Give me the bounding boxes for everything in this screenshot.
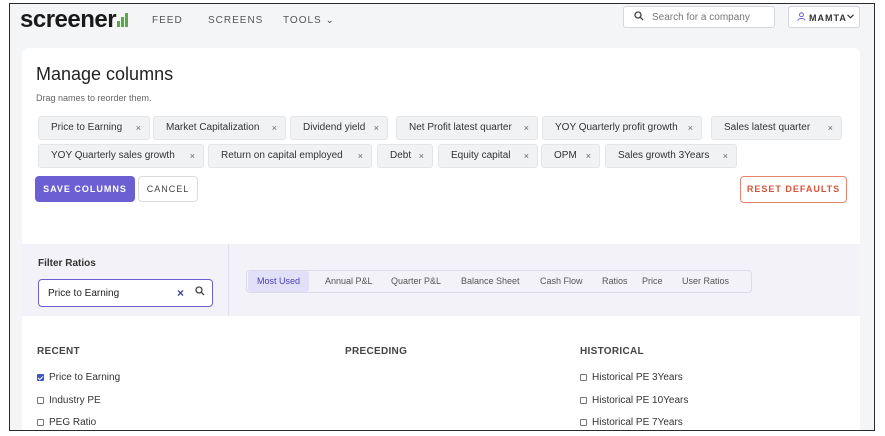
ratio-columns: RECENT PRECEDING HISTORICAL Price to Ear… — [22, 316, 860, 430]
clear-icon[interactable]: × — [177, 286, 184, 300]
chip-label: YOY Quarterly profit growth — [555, 122, 678, 133]
tab-cash-flow[interactable]: Cash Flow — [531, 271, 592, 292]
tab-user-ratios[interactable]: User Ratios — [673, 271, 738, 292]
logo-bars-icon — [117, 13, 129, 27]
logo-text: screener — [20, 6, 117, 33]
nav-screens[interactable]: SCREENS — [208, 15, 263, 26]
close-icon[interactable]: × — [358, 145, 363, 167]
ratio-label: Historical PE 7Years — [592, 417, 683, 428]
close-icon[interactable]: × — [586, 145, 591, 167]
column-chip[interactable]: YOY Quarterly profit growth × — [542, 116, 702, 140]
tab-quarter-pl[interactable]: Quarter P&L — [382, 271, 450, 292]
tab-ratios[interactable]: Ratios — [593, 271, 637, 292]
screener-logo[interactable]: screener — [20, 6, 129, 34]
close-icon[interactable]: × — [828, 117, 833, 139]
chip-label: Return on capital employed — [221, 150, 343, 161]
search-icon — [195, 286, 205, 299]
column-chip[interactable]: Net Profit latest quarter × — [396, 116, 538, 140]
checkbox-icon[interactable] — [580, 419, 587, 426]
ratio-checkbox-item[interactable]: Historical PE 10Years — [580, 395, 688, 406]
browser-frame: screener FEED SCREENS TOOLS ⌄ Search for… — [9, 3, 875, 431]
column-chip[interactable]: Market Capitalization × — [153, 116, 286, 140]
filter-ratios-section: Filter Ratios Price to Earning × — [22, 244, 229, 316]
column-chip[interactable]: Sales growth 3Years × — [605, 144, 737, 168]
filter-panel: Filter Ratios Price to Earning × Most Us… — [22, 244, 860, 316]
ratio-label: Historical PE 3Years — [592, 372, 683, 383]
close-icon[interactable]: × — [524, 145, 529, 167]
close-icon[interactable]: × — [374, 117, 379, 139]
chip-label: Sales latest quarter — [724, 122, 811, 133]
close-icon[interactable]: × — [723, 145, 728, 167]
column-chip[interactable]: Dividend yield × — [290, 116, 388, 140]
search-icon — [634, 11, 644, 24]
close-icon[interactable]: × — [524, 117, 529, 139]
preceding-heading: PRECEDING — [345, 346, 408, 357]
reset-defaults-button[interactable]: RESET DEFAULTS — [740, 176, 847, 203]
checkbox-icon[interactable] — [37, 397, 44, 404]
tab-most-used[interactable]: Most Used — [248, 271, 310, 292]
filter-input-value: Price to Earning — [48, 288, 120, 299]
tab-annual-pl[interactable]: Annual P&L — [316, 271, 382, 292]
close-icon[interactable]: × — [688, 117, 693, 139]
column-chip[interactable]: Sales latest quarter × — [711, 116, 842, 140]
filter-title: Filter Ratios — [38, 258, 96, 269]
manage-columns-card: Manage columns Drag names to reorder the… — [22, 48, 860, 244]
ratio-label: Industry PE — [49, 395, 101, 406]
user-name: MAMTA — [809, 13, 847, 23]
chip-label: Price to Earning — [51, 122, 123, 133]
checkbox-icon[interactable] — [37, 419, 44, 426]
column-chip[interactable]: Debt × — [377, 144, 433, 168]
ratio-checkbox-item[interactable]: Industry PE — [37, 395, 101, 406]
chip-label: OPM — [554, 150, 577, 161]
recent-heading: RECENT — [37, 346, 80, 357]
chip-label: YOY Quarterly sales growth — [51, 150, 175, 161]
ratio-label: PEG Ratio — [49, 417, 97, 428]
chevron-down-icon — [847, 12, 854, 21]
column-chip[interactable]: Return on capital employed × — [208, 144, 372, 168]
close-icon[interactable]: × — [419, 145, 424, 167]
nav-feed[interactable]: FEED — [152, 15, 183, 26]
column-chip[interactable]: Equity capital × — [438, 144, 538, 168]
column-chip[interactable]: Price to Earning × — [38, 116, 150, 140]
ratio-checkbox-item[interactable]: PEG Ratio — [37, 417, 96, 428]
tab-price[interactable]: Price — [633, 271, 672, 292]
nav-tools-label: TOOLS — [283, 15, 322, 26]
user-menu-button[interactable]: MAMTA — [788, 6, 860, 28]
ratio-category-tabs: Most Used Annual P&L Quarter P&L Balance… — [246, 270, 752, 293]
close-icon[interactable]: × — [272, 117, 277, 139]
column-chip[interactable]: YOY Quarterly sales growth × — [38, 144, 204, 168]
chip-label: Equity capital — [451, 150, 511, 161]
save-columns-button[interactable]: SAVE COLUMNS — [35, 176, 135, 202]
chip-label: Net Profit latest quarter — [409, 122, 512, 133]
chip-label: Market Capitalization — [166, 122, 260, 133]
top-navigation: screener FEED SCREENS TOOLS ⌄ Search for… — [10, 4, 874, 40]
close-icon[interactable]: × — [190, 145, 195, 167]
tab-balance-sheet[interactable]: Balance Sheet — [452, 271, 529, 292]
historical-heading: HISTORICAL — [580, 346, 644, 357]
search-placeholder: Search for a company — [652, 12, 750, 23]
ratio-checkbox-item[interactable]: Historical PE 3Years — [580, 372, 683, 383]
ratio-label: Historical PE 10Years — [592, 395, 689, 406]
user-icon — [797, 12, 806, 24]
nav-tools[interactable]: TOOLS ⌄ — [283, 15, 335, 26]
chip-label: Sales growth 3Years — [618, 150, 710, 161]
close-icon[interactable]: × — [136, 117, 141, 139]
ratio-checkbox-item[interactable]: Historical PE 7Years — [580, 417, 683, 428]
ratio-label: Price to Earning — [49, 372, 121, 383]
chip-label: Dividend yield — [303, 122, 366, 133]
page-title: Manage columns — [36, 64, 174, 84]
cancel-button[interactable]: CANCEL — [138, 176, 198, 202]
chevron-down-icon: ⌄ — [325, 15, 335, 26]
ratio-checkbox-item[interactable]: Price to Earning — [37, 372, 120, 383]
page-subtitle: Drag names to reorder them. — [36, 93, 152, 103]
filter-ratios-input[interactable]: Price to Earning × — [38, 279, 213, 307]
company-search[interactable]: Search for a company — [623, 6, 775, 28]
chip-label: Debt — [390, 150, 412, 161]
checkbox-icon[interactable] — [580, 397, 587, 404]
column-chip[interactable]: OPM × — [541, 144, 600, 168]
checkbox-checked-icon[interactable] — [37, 374, 44, 381]
checkbox-icon[interactable] — [580, 374, 587, 381]
